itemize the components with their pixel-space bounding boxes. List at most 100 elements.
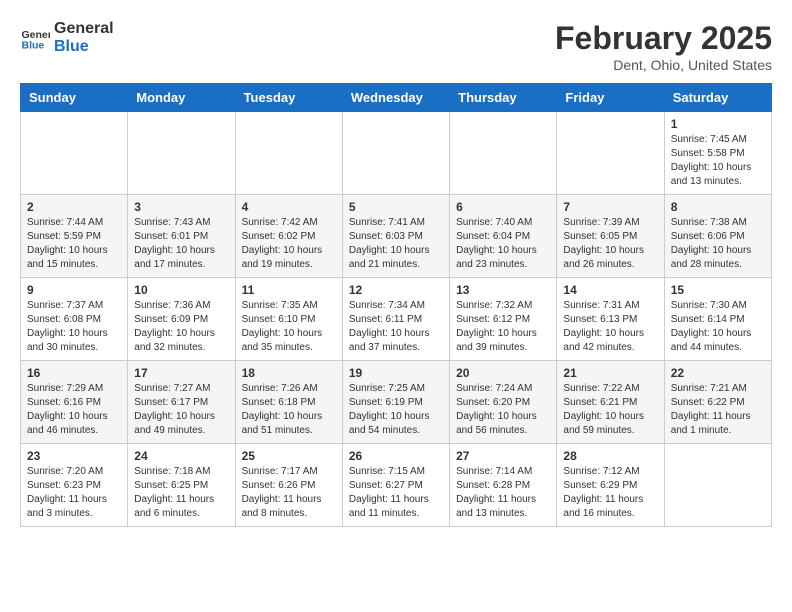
day-number: 8 bbox=[671, 200, 765, 214]
day-info: Sunrise: 7:20 AM Sunset: 6:23 PM Dayligh… bbox=[27, 465, 121, 521]
col-wednesday: Wednesday bbox=[342, 84, 449, 112]
day-number: 16 bbox=[27, 366, 121, 380]
day-info: Sunrise: 7:30 AM Sunset: 6:14 PM Dayligh… bbox=[671, 299, 765, 355]
calendar-week-4: 16 Sunrise: 7:29 AM Sunset: 6:16 PM Dayli… bbox=[21, 361, 772, 444]
table-row: 26Sunrise: 7:15 AM Sunset: 6:27 PM Dayli… bbox=[342, 444, 449, 527]
day-number: 20 bbox=[456, 366, 550, 380]
day-number: 10 bbox=[134, 283, 228, 297]
calendar-week-5: 23 Sunrise: 7:20 AM Sunset: 6:23 PM Dayli… bbox=[21, 444, 772, 527]
day-info: Sunrise: 7:44 AM Sunset: 5:59 PM Dayligh… bbox=[27, 216, 121, 272]
day-info: Sunrise: 7:14 AM Sunset: 6:28 PM Dayligh… bbox=[456, 465, 550, 521]
day-info: Sunrise: 7:29 AM Sunset: 6:16 PM Dayligh… bbox=[27, 382, 121, 438]
calendar: Sunday Monday Tuesday Wednesday Thursday… bbox=[20, 83, 772, 527]
table-row bbox=[21, 112, 128, 195]
table-row: 13Sunrise: 7:32 AM Sunset: 6:12 PM Dayli… bbox=[450, 278, 557, 361]
calendar-week-3: 9 Sunrise: 7:37 AM Sunset: 6:08 PM Daylig… bbox=[21, 278, 772, 361]
day-info: Sunrise: 7:41 AM Sunset: 6:03 PM Dayligh… bbox=[349, 216, 443, 272]
day-number: 24 bbox=[134, 449, 228, 463]
day-info: Sunrise: 7:31 AM Sunset: 6:13 PM Dayligh… bbox=[563, 299, 657, 355]
day-info: Sunrise: 7:27 AM Sunset: 6:17 PM Dayligh… bbox=[134, 382, 228, 438]
day-number: 5 bbox=[349, 200, 443, 214]
table-row: 10 Sunrise: 7:36 AM Sunset: 6:09 PM Dayli… bbox=[128, 278, 235, 361]
day-info: Sunrise: 7:39 AM Sunset: 6:05 PM Dayligh… bbox=[563, 216, 657, 272]
day-number: 14 bbox=[563, 283, 657, 297]
day-number: 3 bbox=[134, 200, 228, 214]
day-number: 6 bbox=[456, 200, 550, 214]
day-info: Sunrise: 7:34 AM Sunset: 6:11 PM Dayligh… bbox=[349, 299, 443, 355]
day-number: 15 bbox=[671, 283, 765, 297]
day-info: Sunrise: 7:26 AM Sunset: 6:18 PM Dayligh… bbox=[242, 382, 336, 438]
table-row: 25 Sunrise: 7:17 AM Sunset: 6:26 PM Dayli… bbox=[235, 444, 342, 527]
day-info: Sunrise: 7:17 AM Sunset: 6:26 PM Dayligh… bbox=[242, 465, 336, 521]
day-number: 25 bbox=[242, 449, 336, 463]
day-number: 13 bbox=[456, 283, 550, 297]
header: General Blue General Blue February 2025 … bbox=[20, 20, 772, 73]
table-row: 20 Sunrise: 7:24 AM Sunset: 6:20 PM Dayli… bbox=[450, 361, 557, 444]
calendar-week-1: 1Sunrise: 7:45 AM Sunset: 5:58 PM Daylig… bbox=[21, 112, 772, 195]
day-number: 28 bbox=[563, 449, 657, 463]
day-number: 17 bbox=[134, 366, 228, 380]
day-info: Sunrise: 7:38 AM Sunset: 6:06 PM Dayligh… bbox=[671, 216, 765, 272]
day-info: Sunrise: 7:24 AM Sunset: 6:20 PM Dayligh… bbox=[456, 382, 550, 438]
day-info: Sunrise: 7:37 AM Sunset: 6:08 PM Dayligh… bbox=[27, 299, 121, 355]
table-row: 1Sunrise: 7:45 AM Sunset: 5:58 PM Daylig… bbox=[664, 112, 771, 195]
day-number: 11 bbox=[242, 283, 336, 297]
col-thursday: Thursday bbox=[450, 84, 557, 112]
table-row: 12 Sunrise: 7:34 AM Sunset: 6:11 PM Dayli… bbox=[342, 278, 449, 361]
calendar-week-2: 2 Sunrise: 7:44 AM Sunset: 5:59 PM Daylig… bbox=[21, 195, 772, 278]
table-row: 11Sunrise: 7:35 AM Sunset: 6:10 PM Dayli… bbox=[235, 278, 342, 361]
day-info: Sunrise: 7:22 AM Sunset: 6:21 PM Dayligh… bbox=[563, 382, 657, 438]
table-row bbox=[235, 112, 342, 195]
day-number: 27 bbox=[456, 449, 550, 463]
day-info: Sunrise: 7:42 AM Sunset: 6:02 PM Dayligh… bbox=[242, 216, 336, 272]
table-row: 19 Sunrise: 7:25 AM Sunset: 6:19 PM Dayli… bbox=[342, 361, 449, 444]
month-title: February 2025 bbox=[555, 20, 772, 57]
day-number: 23 bbox=[27, 449, 121, 463]
table-row bbox=[450, 112, 557, 195]
table-row: 14 Sunrise: 7:31 AM Sunset: 6:13 PM Dayli… bbox=[557, 278, 664, 361]
calendar-header-row: Sunday Monday Tuesday Wednesday Thursday… bbox=[21, 84, 772, 112]
table-row bbox=[664, 444, 771, 527]
table-row: 6 Sunrise: 7:40 AM Sunset: 6:04 PM Daylig… bbox=[450, 195, 557, 278]
table-row bbox=[557, 112, 664, 195]
table-row: 21Sunrise: 7:22 AM Sunset: 6:21 PM Dayli… bbox=[557, 361, 664, 444]
day-number: 7 bbox=[563, 200, 657, 214]
day-info: Sunrise: 7:45 AM Sunset: 5:58 PM Dayligh… bbox=[671, 133, 765, 189]
logo-blue: Blue bbox=[54, 38, 114, 56]
table-row: 18 Sunrise: 7:26 AM Sunset: 6:18 PM Dayli… bbox=[235, 361, 342, 444]
table-row: 17 Sunrise: 7:27 AM Sunset: 6:17 PM Dayli… bbox=[128, 361, 235, 444]
table-row: 9 Sunrise: 7:37 AM Sunset: 6:08 PM Daylig… bbox=[21, 278, 128, 361]
day-number: 22 bbox=[671, 366, 765, 380]
day-info: Sunrise: 7:25 AM Sunset: 6:19 PM Dayligh… bbox=[349, 382, 443, 438]
col-saturday: Saturday bbox=[664, 84, 771, 112]
table-row: 8 Sunrise: 7:38 AM Sunset: 6:06 PM Daylig… bbox=[664, 195, 771, 278]
table-row: 5 Sunrise: 7:41 AM Sunset: 6:03 PM Daylig… bbox=[342, 195, 449, 278]
day-number: 2 bbox=[27, 200, 121, 214]
table-row: 2 Sunrise: 7:44 AM Sunset: 5:59 PM Daylig… bbox=[21, 195, 128, 278]
table-row: 16 Sunrise: 7:29 AM Sunset: 6:16 PM Dayli… bbox=[21, 361, 128, 444]
table-row: 15 Sunrise: 7:30 AM Sunset: 6:14 PM Dayli… bbox=[664, 278, 771, 361]
day-info: Sunrise: 7:15 AM Sunset: 6:27 PM Dayligh… bbox=[349, 465, 443, 521]
day-number: 9 bbox=[27, 283, 121, 297]
logo-icon: General Blue bbox=[20, 23, 50, 53]
table-row bbox=[128, 112, 235, 195]
day-info: Sunrise: 7:36 AM Sunset: 6:09 PM Dayligh… bbox=[134, 299, 228, 355]
day-number: 12 bbox=[349, 283, 443, 297]
table-row: 24Sunrise: 7:18 AM Sunset: 6:25 PM Dayli… bbox=[128, 444, 235, 527]
table-row: 23 Sunrise: 7:20 AM Sunset: 6:23 PM Dayli… bbox=[21, 444, 128, 527]
col-monday: Monday bbox=[128, 84, 235, 112]
table-row: 28 Sunrise: 7:12 AM Sunset: 6:29 PM Dayli… bbox=[557, 444, 664, 527]
table-row: 4Sunrise: 7:42 AM Sunset: 6:02 PM Daylig… bbox=[235, 195, 342, 278]
table-row: 27 Sunrise: 7:14 AM Sunset: 6:28 PM Dayli… bbox=[450, 444, 557, 527]
day-info: Sunrise: 7:21 AM Sunset: 6:22 PM Dayligh… bbox=[671, 382, 765, 438]
svg-text:Blue: Blue bbox=[22, 39, 45, 51]
location: Dent, Ohio, United States bbox=[555, 57, 772, 73]
col-tuesday: Tuesday bbox=[235, 84, 342, 112]
table-row bbox=[342, 112, 449, 195]
table-row: 7 Sunrise: 7:39 AM Sunset: 6:05 PM Daylig… bbox=[557, 195, 664, 278]
day-number: 18 bbox=[242, 366, 336, 380]
day-info: Sunrise: 7:43 AM Sunset: 6:01 PM Dayligh… bbox=[134, 216, 228, 272]
day-info: Sunrise: 7:12 AM Sunset: 6:29 PM Dayligh… bbox=[563, 465, 657, 521]
day-info: Sunrise: 7:40 AM Sunset: 6:04 PM Dayligh… bbox=[456, 216, 550, 272]
day-number: 19 bbox=[349, 366, 443, 380]
